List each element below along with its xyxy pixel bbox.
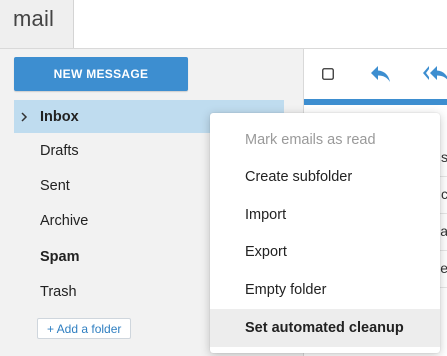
menu-item-import[interactable]: Import xyxy=(210,196,440,234)
checkbox-icon[interactable] xyxy=(322,68,334,80)
message-row-text: a xyxy=(440,223,447,239)
folder-label: Drafts xyxy=(40,142,79,159)
folder-context-menu: Mark emails as read Create subfolder Imp… xyxy=(210,113,440,353)
folder-label: Sent xyxy=(40,178,70,195)
menu-item-empty-folder[interactable]: Empty folder xyxy=(210,271,440,309)
selected-message-strip[interactable] xyxy=(304,99,447,105)
app-title: mail xyxy=(13,6,55,31)
add-folder-button[interactable]: + Add a folder xyxy=(37,318,132,339)
reply-all-icon[interactable] xyxy=(422,65,447,83)
message-toolbar xyxy=(304,49,447,99)
app-tab[interactable]: mail xyxy=(0,0,74,48)
message-row-text: c xyxy=(441,186,447,202)
message-row-text: s xyxy=(441,149,447,165)
folder-label: Trash xyxy=(40,284,77,301)
top-bar: mail xyxy=(0,0,447,49)
message-row-text: e xyxy=(440,260,447,276)
menu-item-mark-emails-read: Mark emails as read xyxy=(245,131,376,148)
folder-label: Spam xyxy=(40,248,80,265)
folder-label: Archive xyxy=(40,213,89,230)
menu-item-set-automated-cleanup[interactable]: Set automated cleanup xyxy=(210,308,440,347)
folder-label: Inbox xyxy=(40,108,79,125)
menu-item-create-subfolder[interactable]: Create subfolder xyxy=(210,159,440,197)
reply-icon[interactable] xyxy=(370,65,392,83)
new-message-button[interactable]: NEW MESSAGE xyxy=(14,57,188,91)
chevron-right-icon[interactable] xyxy=(19,111,29,122)
menu-item-export[interactable]: Export xyxy=(210,234,440,272)
